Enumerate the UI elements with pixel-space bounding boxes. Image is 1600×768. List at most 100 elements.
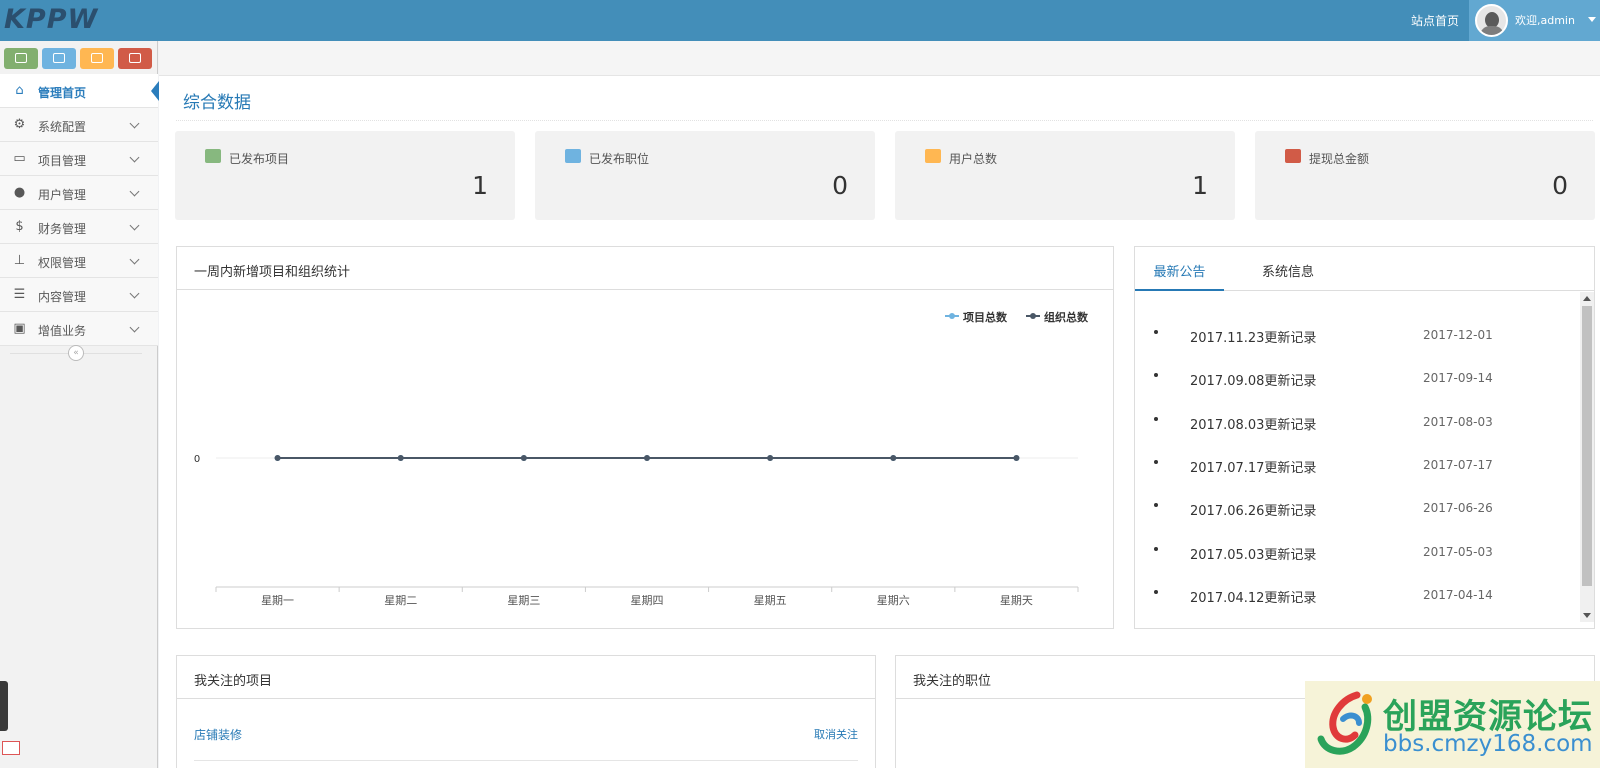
sidebar-item-label: 用户管理 (38, 188, 87, 202)
notice-date: 2017-12-01 (1423, 328, 1493, 342)
data-point (644, 455, 650, 461)
stat-card-users[interactable]: 用户总数 1 (895, 131, 1235, 220)
notice-scrollbar[interactable] (1580, 292, 1594, 622)
bullet-icon (1154, 589, 1158, 594)
settings-icon (129, 53, 141, 63)
user-menu[interactable]: 欢迎,admin (1469, 0, 1600, 41)
data-point (767, 455, 774, 461)
followed-project-link[interactable]: 店铺装修 (194, 726, 242, 743)
notices-panel: 最新公告 系统信息 2017.11.23更新记录 2017-12-01 2017.0… (1134, 246, 1595, 629)
stat-card-projects[interactable]: 已发布项目 1 (175, 131, 515, 220)
unfollow-link[interactable]: 取消关注 (814, 726, 858, 742)
monitor-icon (15, 53, 27, 63)
y-tick-label: 0 (194, 454, 200, 465)
sidebar-item-dashboard[interactable]: ⌂ 管理首页 (0, 74, 159, 108)
sidebar-item-content[interactable]: ☰ 内容管理 (0, 278, 158, 312)
bullet-icon (1154, 330, 1158, 334)
x-tick-label: 星期五 (754, 594, 787, 607)
notice-title[interactable]: 2017.06.26更新记录 (1190, 500, 1316, 519)
avatar[interactable] (1475, 4, 1508, 37)
notices-tabs: 最新公告 系统信息 (1135, 247, 1594, 291)
laptop-icon: ▭ (13, 151, 26, 166)
users-icon (925, 149, 941, 163)
dollar-icon: $ (15, 219, 24, 234)
stat-card-withdrawals[interactable]: 提现总金额 0 (1255, 131, 1595, 220)
stat-card-jobs[interactable]: 已发布职位 0 (535, 131, 875, 220)
notice-title[interactable]: 2017.05.03更新记录 (1190, 544, 1316, 563)
bullet-icon (1154, 373, 1158, 378)
caret-down-icon[interactable] (1588, 17, 1596, 22)
scroll-up-icon[interactable] (1583, 296, 1591, 301)
notice-date: 2017-09-14 (1423, 371, 1493, 386)
title-divider (176, 120, 1593, 121)
sidebar-item-permissions[interactable]: ⊥ 权限管理 (0, 244, 158, 278)
site-home-link[interactable]: 站点首页 (1411, 12, 1459, 29)
sitemap-icon: ⊥ (13, 253, 26, 268)
notice-item[interactable]: 2017.07.17更新记录 2017-07-17 (1135, 452, 1575, 482)
scroll-thumb[interactable] (1582, 306, 1592, 586)
notice-item[interactable]: 2017.09.08更新记录 2017-09-14 (1135, 365, 1575, 395)
panel-title: 我关注的项目 (194, 674, 273, 689)
chevron-down-icon (129, 288, 140, 299)
notice-list: 2017.11.23更新记录 2017-12-01 2017.09.08更新记录 20… (1135, 292, 1580, 618)
shortcut-money-button[interactable] (42, 48, 76, 69)
notice-title[interactable]: 2017.04.12更新记录 (1190, 587, 1316, 606)
notice-title[interactable]: 2017.11.23更新记录 (1190, 327, 1316, 346)
x-tick-label: 星期三 (507, 594, 540, 607)
chevron-down-icon (129, 186, 140, 197)
notice-item[interactable]: 2017.06.26更新记录 2017-06-26 (1135, 495, 1575, 525)
notice-item[interactable]: 2017.04.12更新记录 2017-04-14 (1135, 582, 1575, 612)
shortcut-monitor-button[interactable] (4, 48, 38, 69)
weekly-chart-panel: 一周内新增项目和组织统计 项目总数 组织总数 0 星期一 星期二 星期三 星期四 星期五星… (176, 246, 1114, 629)
notice-item[interactable]: 2017.11.23更新记录 2017-12-01 (1135, 322, 1575, 352)
floating-widget[interactable] (0, 681, 8, 731)
sidebar-item-system-config[interactable]: ⚙ 系统配置 (0, 108, 158, 142)
notice-title[interactable]: 2017.07.17更新记录 (1190, 457, 1316, 476)
scroll-down-icon[interactable] (1583, 613, 1591, 618)
gear-icon: ⚙ (13, 117, 26, 132)
sidebar-item-label: 管理首页 (38, 86, 87, 100)
stat-value: 0 (1552, 171, 1568, 200)
sidebar-item-projects[interactable]: ▭ 项目管理 (0, 142, 158, 176)
panel-header: 我关注的项目 (177, 656, 875, 699)
data-point (274, 455, 281, 461)
stat-label: 已发布项目 (229, 152, 290, 166)
notice-item[interactable]: 2017.05.03更新记录 2017-05-03 (1135, 539, 1575, 569)
stat-label: 用户总数 (949, 152, 998, 166)
sidebar-item-users[interactable]: ● 用户管理 (0, 176, 158, 210)
sidebar-item-label: 内容管理 (38, 290, 87, 304)
sidebar-item-value-added[interactable]: ▣ 增值业务 (0, 312, 158, 346)
floating-image-icon[interactable] (2, 741, 20, 755)
chevron-down-icon (129, 220, 140, 231)
notice-title[interactable]: 2017.08.03更新记录 (1190, 414, 1316, 433)
tab-latest-notices[interactable]: 最新公告 (1135, 247, 1224, 291)
x-tick-label: 星期一 (261, 594, 294, 607)
notice-title[interactable]: 2017.09.08更新记录 (1190, 370, 1316, 389)
list-icon: ☰ (13, 287, 26, 302)
credit-card-icon (1285, 149, 1301, 163)
x-tick-label: 星期二 (384, 594, 417, 607)
x-tick-label: 星期四 (631, 594, 664, 607)
notice-item[interactable]: 2017.08.03更新记录 2017-08-03 (1135, 409, 1575, 439)
chevron-down-icon (129, 322, 140, 333)
data-point (397, 455, 404, 461)
money-icon (53, 53, 65, 63)
sidebar-item-finance[interactable]: $ 财务管理 (0, 210, 158, 244)
shortcut-settings-button[interactable] (118, 48, 152, 69)
x-tick-label: 星期六 (877, 594, 910, 607)
chevron-down-icon (129, 254, 140, 265)
bullet-icon (1154, 459, 1158, 464)
stat-value: 1 (472, 171, 488, 200)
page-title: 综合数据 (183, 93, 251, 113)
chevron-down-icon (129, 152, 140, 163)
data-point (890, 455, 897, 461)
brand-logo[interactable]: KPPW (4, 4, 98, 35)
bullet-icon (1154, 503, 1158, 508)
shortcut-user-button[interactable] (80, 48, 114, 69)
forum-logo-icon (1317, 691, 1372, 755)
home-icon: ⌂ (15, 83, 24, 98)
briefcase-icon (565, 149, 581, 163)
tab-system-info[interactable]: 系统信息 (1248, 247, 1328, 291)
sidebar-item-label: 增值业务 (38, 324, 87, 338)
sidebar-collapse-button[interactable]: « (68, 345, 84, 361)
